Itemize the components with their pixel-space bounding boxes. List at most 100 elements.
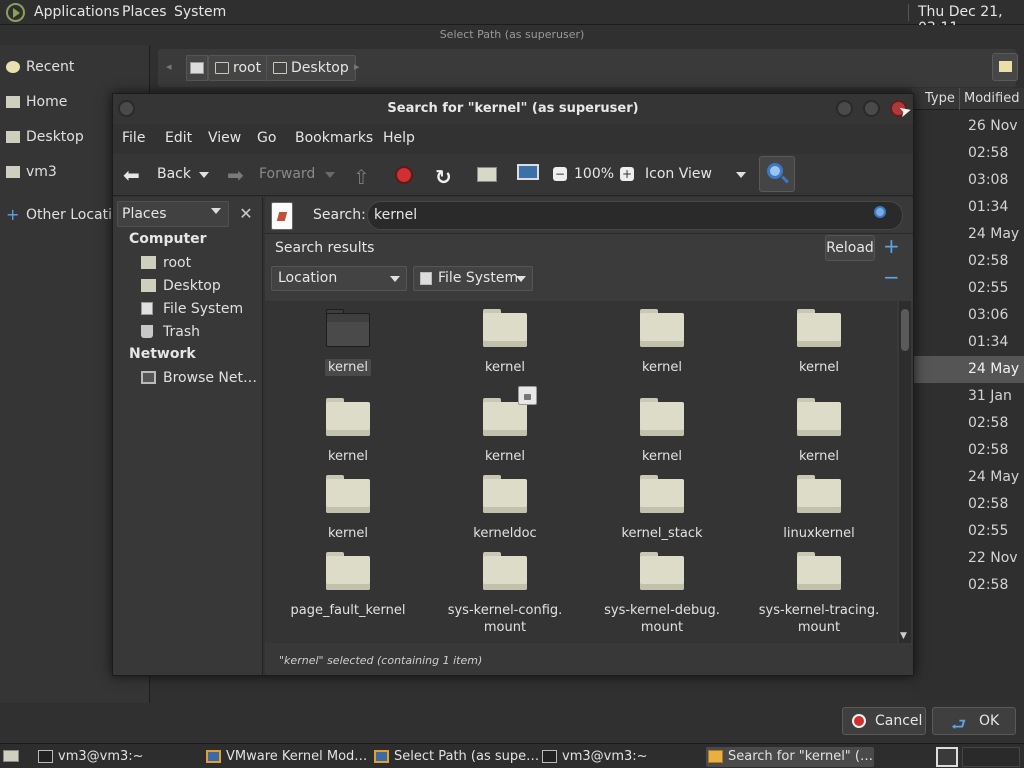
bg-file-row[interactable]: 01:34	[912, 329, 1024, 356]
bg-file-row[interactable]: 31 Jan	[912, 383, 1024, 410]
up-arrow-icon[interactable]: ⇧	[353, 165, 373, 189]
bg-file-row[interactable]: 24 May	[912, 356, 1024, 383]
bg-file-row[interactable]: 02:58	[912, 437, 1024, 464]
scrollbar-thumb[interactable]	[901, 309, 909, 351]
file-item[interactable]: kernel	[587, 303, 737, 383]
search-toggle-button[interactable]	[759, 156, 795, 192]
forward-button[interactable]: ➡ Forward	[225, 158, 325, 192]
show-desktop-button[interactable]	[3, 747, 21, 765]
zoom-level[interactable]: 100%	[574, 166, 614, 182]
menu-bookmarks[interactable]: Bookmarks	[295, 130, 373, 146]
reload-button[interactable]: Reload	[825, 235, 875, 261]
bg-file-row[interactable]: 02:55	[912, 275, 1024, 302]
bg-file-row[interactable]: 22 Nov	[912, 545, 1024, 572]
menu-help[interactable]: Help	[383, 130, 415, 146]
home-icon[interactable]	[477, 167, 497, 182]
bg-file-row[interactable]: 03:08	[912, 167, 1024, 194]
taskbar-item[interactable]: Search for "kernel" (…	[706, 747, 874, 767]
add-criterion-icon[interactable]: +	[883, 236, 900, 256]
new-folder-button[interactable]	[992, 53, 1018, 81]
reload-icon[interactable]: ↻	[435, 165, 455, 189]
path-root-drive-button[interactable]	[186, 55, 208, 81]
file-item[interactable]: kernel_stack	[587, 469, 737, 549]
workspace-switcher[interactable]	[936, 747, 958, 767]
bg-file-row[interactable]: 02:58	[912, 248, 1024, 275]
bg-file-row[interactable]: 01:34	[912, 194, 1024, 221]
zoom-in-icon[interactable]: +	[620, 167, 634, 181]
bg-sidebar-item-recent[interactable]: Recent	[6, 59, 74, 79]
back-button[interactable]: ⬅ Back	[121, 158, 211, 192]
file-item[interactable]: kernel	[430, 303, 580, 383]
search-go-button[interactable]	[873, 205, 891, 223]
bg-sidebar-item-desktop[interactable]: Desktop	[6, 129, 84, 149]
bg-file-row[interactable]: 02:58	[912, 572, 1024, 599]
window-titlebar[interactable]: Search for "kernel" (as superuser)	[113, 94, 913, 124]
file-item[interactable]: kernel	[430, 392, 580, 472]
file-item[interactable]: sys-kernel-tracing. mount	[744, 546, 894, 635]
file-item[interactable]: sys-kernel-debug. mount	[587, 546, 737, 635]
scroll-down-arrow-icon[interactable]: ▼	[900, 631, 907, 641]
places-item-trash[interactable]: Trash	[141, 322, 200, 342]
path-right-arrow-icon[interactable]: ▸	[354, 60, 360, 73]
taskbar-item[interactable]: vm3@vm3:~	[36, 747, 198, 767]
maximize-button[interactable]	[863, 100, 880, 117]
menu-places[interactable]: Places	[122, 4, 167, 20]
distro-logo-icon[interactable]	[6, 3, 25, 22]
bg-file-row[interactable]: 02:58	[912, 491, 1024, 518]
remove-criterion-icon[interactable]: −	[883, 267, 900, 287]
file-item[interactable]: kernel	[744, 303, 894, 383]
stop-icon[interactable]	[395, 166, 413, 184]
taskbar-item[interactable]: VMware Kernel Mod…	[204, 747, 367, 767]
column-type[interactable]: Type	[925, 91, 955, 106]
file-item[interactable]: kernel	[273, 392, 423, 472]
results-scrollbar[interactable]: ▼	[899, 301, 911, 643]
file-item[interactable]: kernel	[273, 303, 423, 383]
file-item[interactable]: kernel	[587, 392, 737, 472]
file-item[interactable]: linuxkernel	[744, 469, 894, 549]
criterion-type-select[interactable]: Location	[271, 266, 407, 291]
menu-edit[interactable]: Edit	[165, 130, 192, 146]
zoom-out-icon[interactable]: −	[553, 167, 567, 181]
bg-file-row[interactable]: 02:55	[912, 518, 1024, 545]
places-item-file-system[interactable]: File System	[141, 299, 243, 319]
edit-search-button[interactable]	[271, 202, 293, 230]
file-item[interactable]: kernel	[744, 392, 894, 472]
taskbar-item[interactable]: vm3@vm3:~	[540, 747, 702, 767]
menu-system[interactable]: System	[174, 4, 226, 20]
close-side-pane-icon[interactable]: ✕	[233, 201, 259, 227]
places-item-browse-network[interactable]: Browse Net…	[141, 368, 257, 388]
window-menu-icon[interactable]	[118, 100, 135, 117]
menu-go[interactable]: Go	[257, 130, 276, 146]
criterion-location-select[interactable]: File System	[413, 266, 533, 291]
file-item[interactable]: sys-kernel-config. mount	[430, 546, 580, 635]
ok-button[interactable]: ⮐ OK	[932, 707, 1016, 735]
menu-view[interactable]: View	[208, 130, 241, 146]
bg-file-row[interactable]: 02:58	[912, 140, 1024, 167]
search-input[interactable]: kernel	[367, 201, 903, 230]
path-left-arrow-icon[interactable]: ◂	[166, 60, 172, 73]
column-modified[interactable]: Modified	[964, 91, 1019, 106]
menu-file[interactable]: File	[122, 130, 145, 146]
file-item[interactable]: kerneldoc	[430, 469, 580, 549]
crumb-root[interactable]: root	[208, 55, 269, 81]
view-mode-select[interactable]: Icon View	[643, 160, 751, 190]
bg-file-row[interactable]: 26 Nov	[912, 113, 1024, 140]
bg-file-row[interactable]: 03:06	[912, 302, 1024, 329]
menu-applications[interactable]: Applications	[34, 4, 120, 20]
bg-file-row[interactable]: 24 May	[912, 464, 1024, 491]
bg-sidebar-item-vm3[interactable]: vm3	[6, 164, 57, 184]
file-item[interactable]: kernel	[273, 469, 423, 549]
computer-icon[interactable]	[517, 164, 539, 180]
bg-file-row[interactable]: 24 May	[912, 221, 1024, 248]
places-item-desktop[interactable]: Desktop	[141, 276, 221, 296]
back-history-dropdown[interactable]	[199, 172, 209, 178]
side-pane-select[interactable]: Places	[117, 201, 229, 227]
taskbar-item[interactable]: Select Path (as supe…	[372, 747, 539, 767]
places-item-root[interactable]: root	[141, 253, 191, 273]
cancel-button[interactable]: Cancel	[842, 707, 926, 735]
bg-sidebar-item-home[interactable]: Home	[6, 94, 67, 114]
minimize-button[interactable]	[836, 100, 853, 117]
workspace-switcher-2[interactable]	[962, 747, 1020, 767]
file-item[interactable]: page_fault_kernel	[273, 546, 423, 626]
crumb-desktop[interactable]: Desktop	[266, 55, 356, 81]
